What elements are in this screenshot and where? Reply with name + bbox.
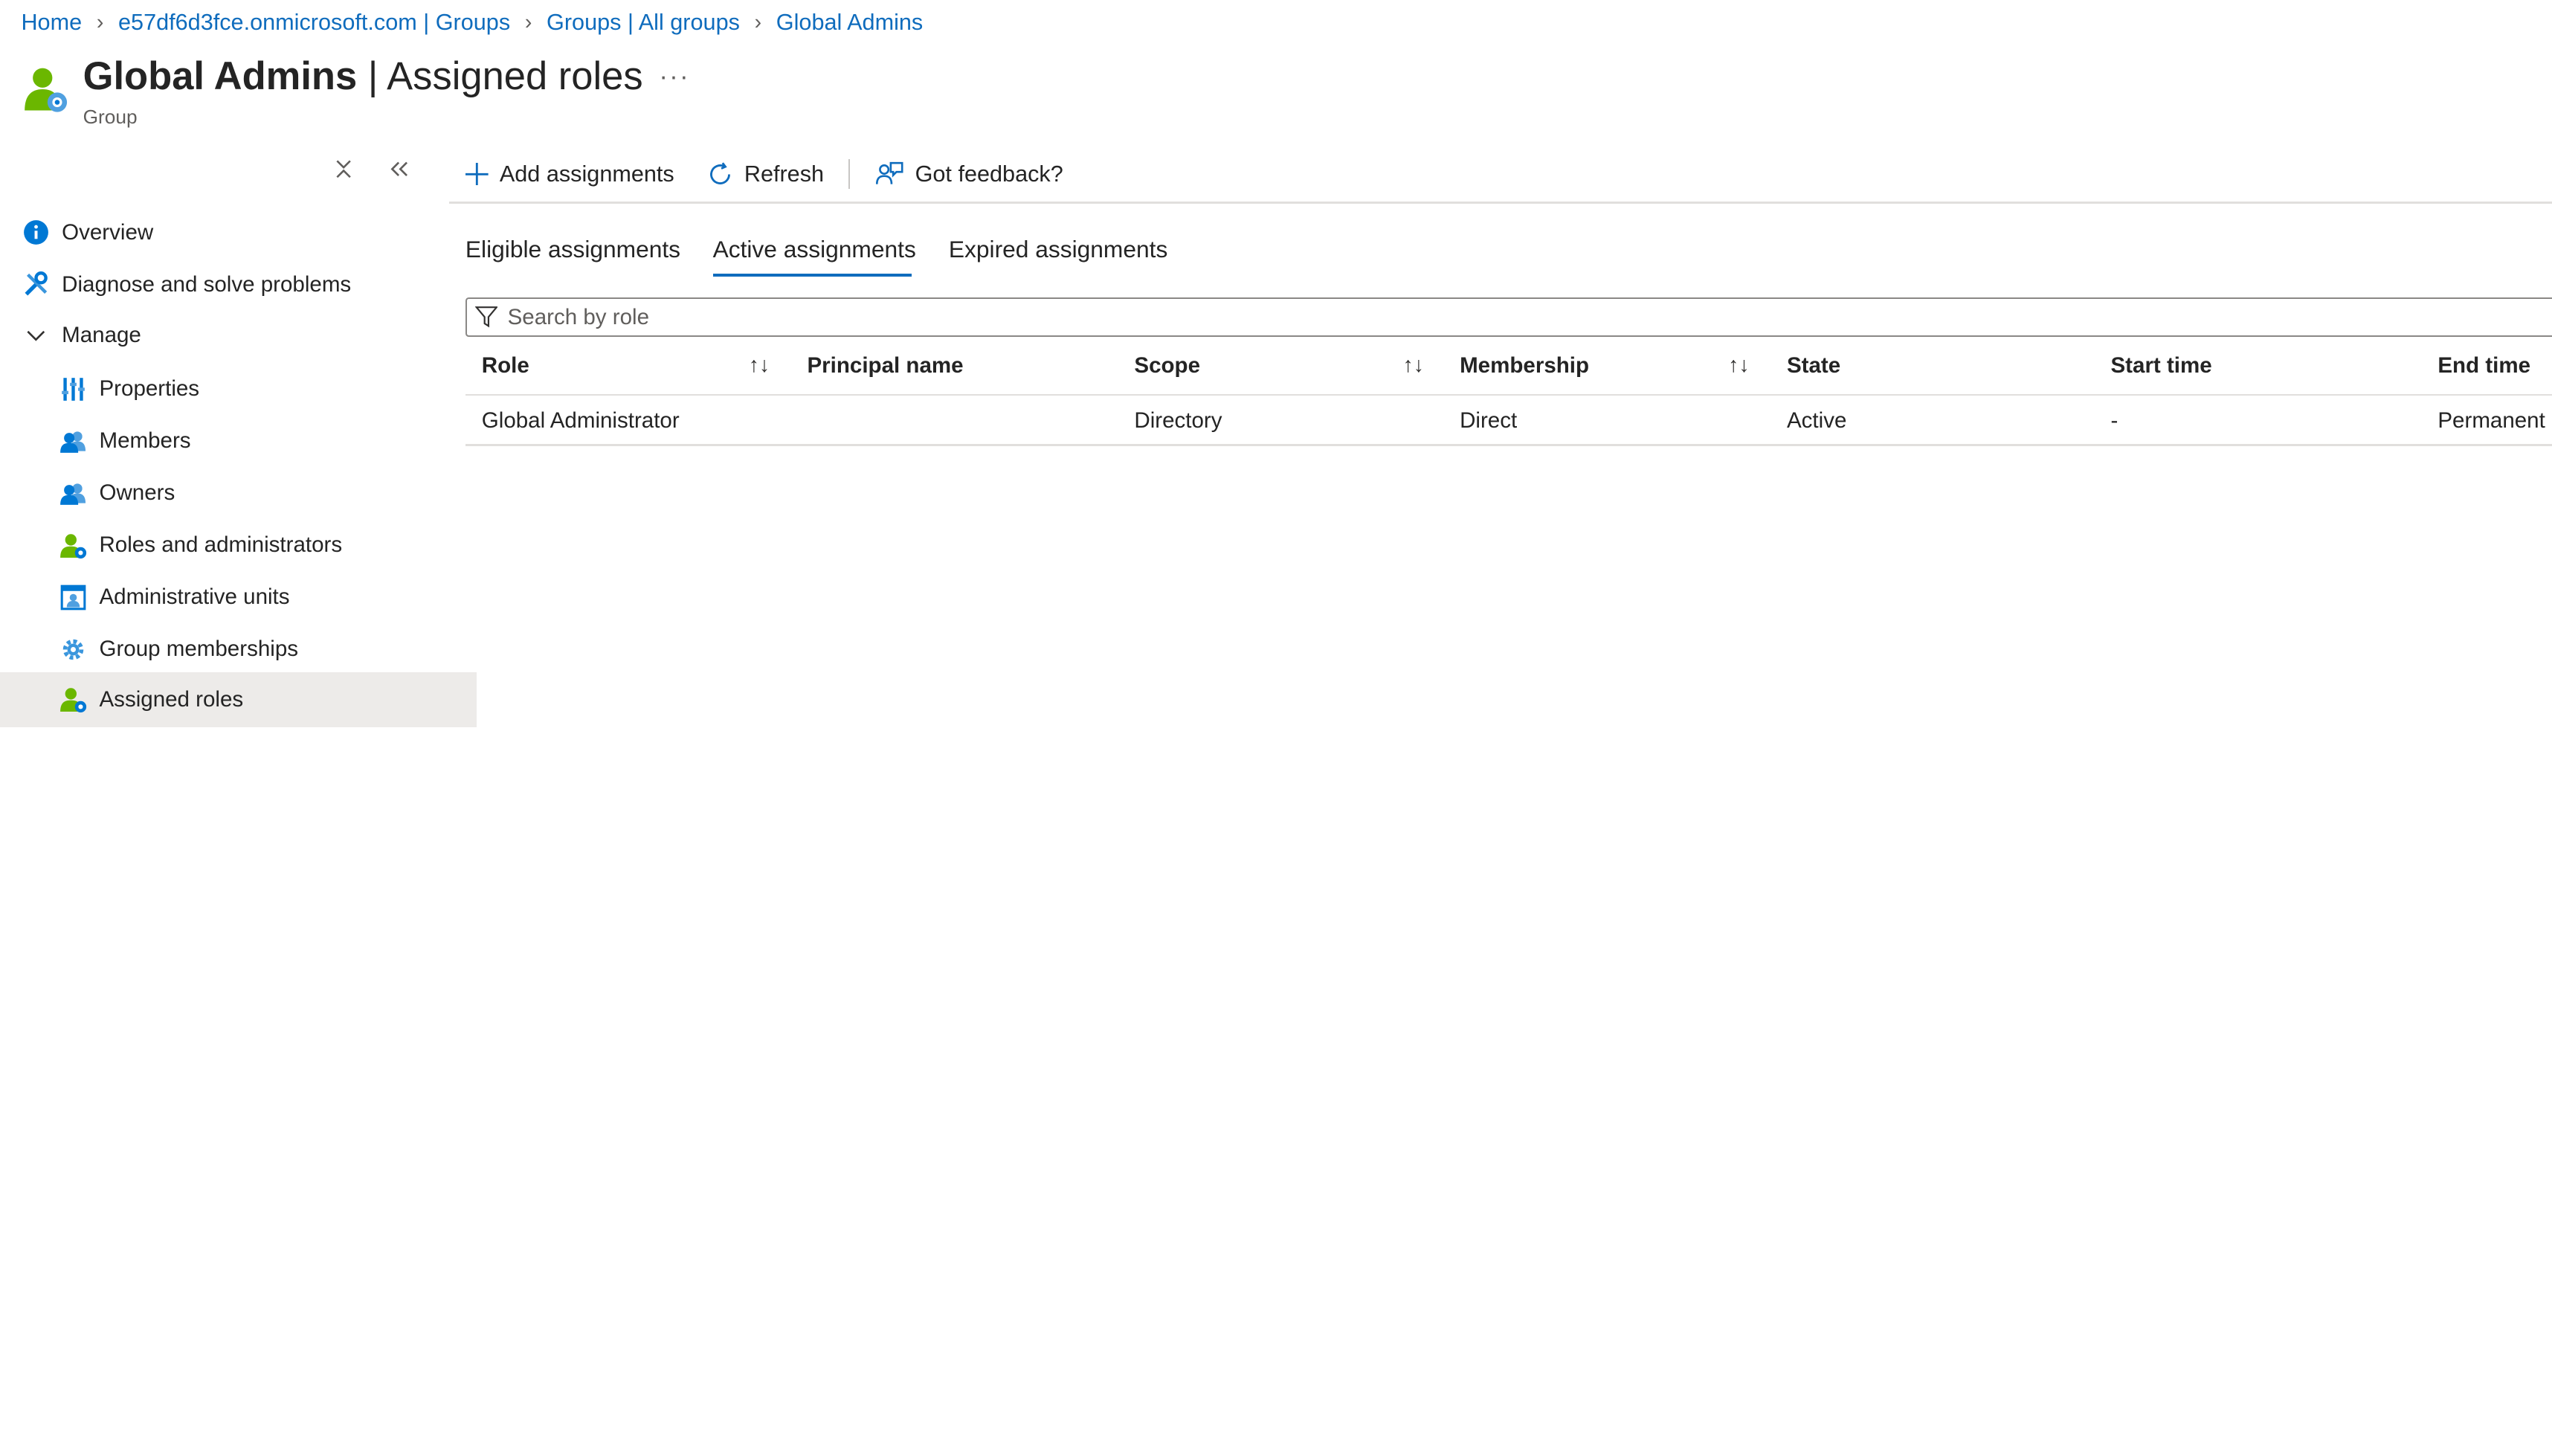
active-tab-indicator [712,273,912,277]
collapse-all-icon [336,160,351,178]
sidebar-item-label: Group memberships [99,637,299,662]
table-row-divider [465,444,2552,446]
roles-icon [59,530,88,559]
cell-scope: Directory [1134,408,1222,434]
sidebar-item-label: Manage [62,322,141,347]
tab-eligible-assignments[interactable]: Eligible assignments [465,236,680,263]
column-header-start-time[interactable]: Start time [2110,353,2211,379]
feedback-label: Got feedback? [915,161,1063,187]
breadcrumb-home[interactable]: Home [21,10,82,36]
chevron-down-icon [21,320,50,349]
tab-active-assignments[interactable]: Active assignments [713,236,916,263]
sidebar-item-roles-and-administrators[interactable]: Roles and administrators [0,519,477,571]
page-title-section: Assigned roles [387,54,643,99]
add-assignments-button[interactable]: Add assignments [449,161,691,187]
sidebar-item-label: Overview [62,219,154,245]
sidebar-item-administrative-units[interactable]: Administrative units [0,571,477,623]
page-title-separator: | [357,54,387,99]
sidebar-item-group-memberships[interactable]: Group memberships [0,623,477,675]
column-header-membership[interactable]: Membership [1460,353,1589,379]
breadcrumb: Home › e57df6d3fce.onmicrosoft.com | Gro… [21,10,923,36]
sidebar-item-label: Administrative units [99,584,290,610]
page-title-group-name: Global Admins [83,54,358,99]
feedback-button[interactable]: Got feedback? [858,161,1080,187]
search-box [465,297,2552,337]
sidebar-item-owners[interactable]: Owners [0,467,477,519]
cell-membership: Direct [1460,408,1518,434]
properties-icon [59,374,88,403]
sidebar-item-label: Diagnose and solve problems [62,271,352,297]
add-assignments-label: Add assignments [499,161,674,187]
sidebar-item-overview[interactable]: Overview [0,207,439,259]
sort-role-icon[interactable]: ↑↓ [749,353,770,378]
sidebar-item-members[interactable]: Members [0,415,477,467]
assigned-roles-icon [59,685,88,714]
sidebar-item-label: Owners [99,480,175,506]
breadcrumb-global-admins[interactable]: Global Admins [776,10,923,36]
column-header-principal-name[interactable]: Principal name [807,353,963,379]
search-input[interactable] [507,304,1484,330]
double-chevron-left-icon [390,161,408,177]
wrench-icon [21,270,50,299]
refresh-button[interactable]: Refresh [691,161,840,187]
cell-start-time: - [2110,408,2118,434]
sidebar-item-manage[interactable]: Manage [0,309,439,361]
cell-role: Global Administrator [481,408,680,434]
feedback-icon [875,161,903,184]
column-header-end-time[interactable]: End time [2437,353,2530,379]
plus-icon [465,162,489,186]
admin-units-icon [59,582,88,611]
chevron-right-icon: › [754,10,762,35]
column-header-role[interactable]: Role [482,353,529,379]
cell-state: Active [1786,408,1847,434]
column-header-state[interactable]: State [1787,353,1840,379]
column-header-scope[interactable]: Scope [1134,353,1200,379]
info-icon [21,218,50,247]
more-options-button[interactable]: ··· [659,62,690,91]
sidebar-item-label: Properties [99,376,200,402]
owners-icon [59,478,88,507]
toolbar-divider-line [449,202,2552,204]
sidebar-item-assigned-roles[interactable]: Assigned roles [0,671,477,728]
sort-membership-icon[interactable]: ↑↓ [1728,353,1749,378]
tab-expired-assignments[interactable]: Expired assignments [949,236,1167,263]
page-subtitle: Group [83,106,138,129]
sort-scope-icon[interactable]: ↑↓ [1402,353,1423,378]
filter-icon [474,306,498,328]
refresh-label: Refresh [744,161,825,187]
chevron-right-icon: › [524,10,532,35]
command-bar: Add assignments Refresh Got feedback? [449,149,1080,199]
collapse-all-button[interactable] [334,158,353,187]
breadcrumb-all-groups[interactable]: Groups | All groups [547,10,740,36]
toolbar-divider [848,159,851,189]
sidebar-item-label: Roles and administrators [99,532,343,558]
refresh-icon [709,161,730,184]
sidebar-item-label: Assigned roles [99,687,244,712]
collapse-sidebar-button[interactable] [389,158,408,187]
cell-end-time: Permanent [2437,408,2545,434]
chevron-right-icon: › [96,10,104,35]
sidebar-item-properties[interactable]: Properties [0,363,477,415]
page-title: Global Admins | Assigned roles [83,54,643,99]
members-icon [59,426,88,455]
sidebar-item-diagnose[interactable]: Diagnose and solve problems [0,259,439,311]
group-icon [23,63,68,115]
breadcrumb-tenant-groups[interactable]: e57df6d3fce.onmicrosoft.com | Groups [118,10,510,36]
gear-icon [59,635,88,664]
sidebar-item-label: Members [99,428,191,454]
